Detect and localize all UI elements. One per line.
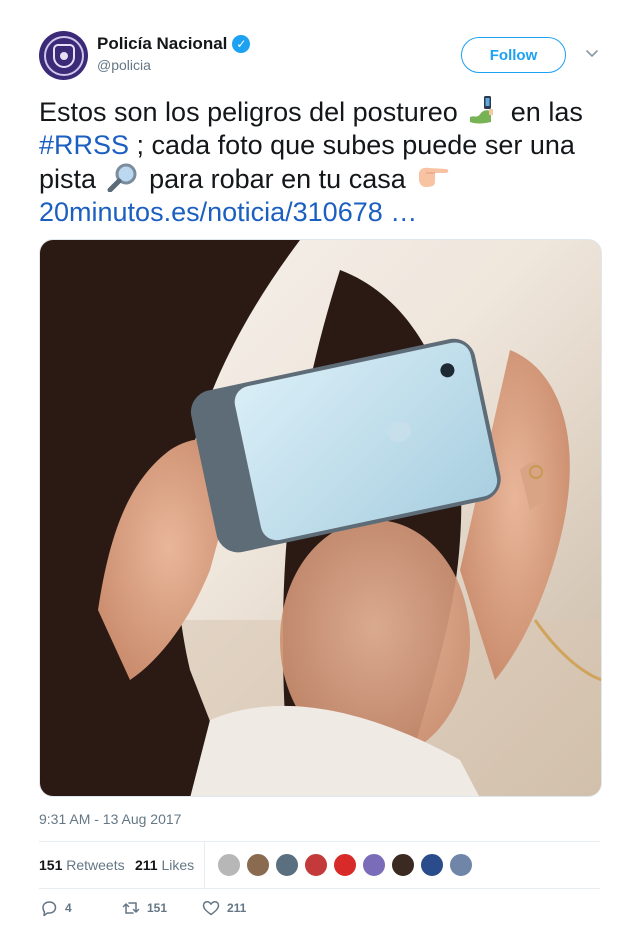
hashtag-link[interactable]: #RRSS <box>39 130 129 160</box>
liker-avatar[interactable] <box>391 853 415 877</box>
police-shield-icon[interactable] <box>39 31 88 80</box>
follow-button[interactable]: Follow <box>461 37 566 73</box>
retweet-icon <box>122 902 140 914</box>
reply-icon <box>42 901 57 917</box>
tweet-timestamp[interactable]: 9:31 AM - 13 Aug 2017 <box>39 810 181 828</box>
tweet-text-part-1: Estos son los peligros del postureo <box>39 97 458 127</box>
liker-avatar[interactable] <box>333 853 357 877</box>
tweet-text-part-4: para robar en tu casa <box>149 164 406 194</box>
selfie-emoji <box>470 96 494 124</box>
stats-divider <box>204 842 205 888</box>
liker-avatar[interactable] <box>362 853 386 877</box>
article-link-ellipsis: … <box>390 197 418 227</box>
article-link[interactable]: 20minutos.es/noticia/310678 … <box>39 197 417 227</box>
divider <box>39 888 600 889</box>
magnifying-glass-emoji <box>107 163 137 192</box>
likes-stat[interactable]: 211 Likes <box>135 856 194 874</box>
liker-avatar[interactable] <box>246 853 270 877</box>
tweet-text: Estos son los peligros del postureo en l… <box>39 95 609 229</box>
retweet-button[interactable]: 151 <box>121 898 167 918</box>
liker-avatar[interactable] <box>217 853 241 877</box>
retweets-count: 151 <box>39 857 63 873</box>
chevron-down-icon[interactable] <box>584 47 600 61</box>
tweet-header: Policía Nacional ✓ @policia Follow <box>39 31 601 81</box>
tweet-actions: 4 151 211 <box>39 898 600 922</box>
author-block[interactable]: Policía Nacional ✓ @policia <box>97 33 251 74</box>
reply-button[interactable]: 4 <box>39 898 72 918</box>
like-count: 211 <box>227 901 247 915</box>
liker-avatars <box>217 853 473 877</box>
likes-label: Likes <box>161 857 195 873</box>
likes-count: 211 <box>135 857 158 873</box>
author-name-row: Policía Nacional ✓ <box>97 33 251 55</box>
liker-avatar[interactable] <box>304 853 328 877</box>
like-button[interactable]: 211 <box>201 898 246 918</box>
tweet-text-part-2: en las <box>510 97 583 127</box>
pointing-finger-emoji <box>419 167 449 187</box>
liker-avatar[interactable] <box>449 853 473 877</box>
heart-icon <box>202 901 220 916</box>
author-handle[interactable]: @policia <box>97 56 250 74</box>
retweet-count: 151 <box>147 901 168 915</box>
article-link-url[interactable]: 20minutos.es/noticia/310678 <box>39 197 383 227</box>
retweets-label: Retweets <box>66 857 125 873</box>
retweets-stat[interactable]: 151 Retweets <box>39 856 125 874</box>
liker-avatar[interactable] <box>275 853 299 877</box>
liker-avatar[interactable] <box>420 853 444 877</box>
author-display-name[interactable]: Policía Nacional <box>97 33 227 55</box>
selfie-photo-illustration <box>40 240 601 796</box>
selfie-photo-image[interactable] <box>39 239 602 797</box>
reply-count: 4 <box>65 901 72 915</box>
tweet-stats: 151 Retweets 211 Likes <box>39 842 600 888</box>
verified-badge-icon: ✓ <box>232 35 251 53</box>
